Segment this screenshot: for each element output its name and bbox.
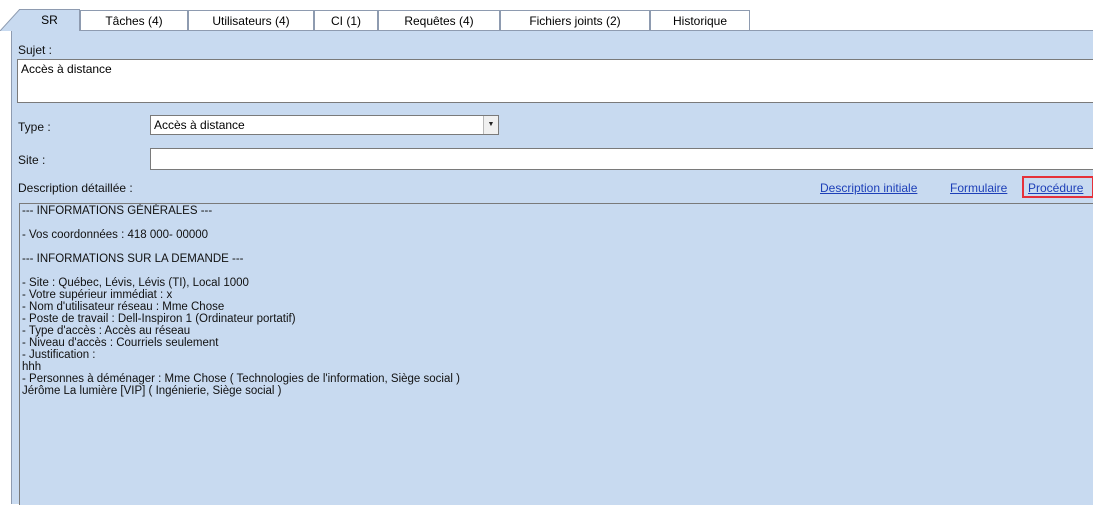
chevron-down-icon[interactable]: ▼ (483, 116, 498, 134)
tab-fichiers-joints[interactable]: Fichiers joints (2) (500, 10, 650, 30)
sr-panel: Sujet : Accès à distance Type : Accès à … (11, 30, 1093, 505)
description-line: hhh (22, 361, 42, 373)
site-label: Site : (18, 153, 46, 167)
description-line: - Site : Québec, Lévis, Lévis (TI), Loca… (22, 277, 249, 289)
tab-slant-decoration (0, 9, 20, 31)
tab-ci[interactable]: CI (1) (314, 10, 378, 30)
description-line: --- INFORMATIONS GÉNÉRALES --- (22, 205, 213, 217)
description-line: - Poste de travail : Dell-Inspiron 1 (Or… (22, 313, 296, 325)
tab-strip: SR Tâches (4) Utilisateurs (4) CI (1) Re… (0, 0, 1093, 31)
sujet-label: Sujet : (18, 43, 53, 57)
description-line (22, 217, 1092, 229)
description-line: - Justification : (22, 349, 96, 361)
type-select-value: Accès à distance (154, 118, 245, 132)
description-line: - Nom d'utilisateur réseau : Mme Chose (22, 301, 225, 313)
description-line: Jérôme La lumière [VIP] ( Ingénierie, Si… (22, 385, 282, 397)
tab-utilisateurs[interactable]: Utilisateurs (4) (188, 10, 314, 30)
tab-sr[interactable]: SR (19, 9, 80, 31)
tab-requetes[interactable]: Requêtes (4) (378, 10, 500, 30)
description-line: - Type d'accès : Accès au réseau (22, 325, 191, 337)
type-select[interactable]: Accès à distance ▼ (150, 115, 499, 135)
description-line (22, 265, 1092, 277)
description-line (22, 241, 1092, 253)
description-initiale-link[interactable]: Description initiale (820, 181, 917, 195)
description-line: --- INFORMATIONS SUR LA DEMANDE --- (22, 253, 244, 265)
description-line: - Personnes à déménager : Mme Chose ( Te… (22, 373, 460, 385)
tab-historique[interactable]: Historique (650, 10, 750, 30)
description-line: - Vos coordonnées : 418 000- 00000 (22, 229, 209, 241)
sujet-field[interactable]: Accès à distance (17, 59, 1093, 103)
description-textarea[interactable]: --- INFORMATIONS GÉNÉRALES --- - Vos coo… (19, 203, 1093, 505)
type-label: Type : (18, 120, 51, 134)
description-label: Description détaillée : (18, 181, 133, 195)
procedure-highlight (1022, 176, 1093, 198)
tab-taches[interactable]: Tâches (4) (80, 10, 188, 30)
description-line: - Votre supérieur immédiat : x (22, 289, 173, 301)
description-line: - Niveau d'accès : Courriels seulement (22, 337, 219, 349)
formulaire-link[interactable]: Formulaire (950, 181, 1007, 195)
site-select[interactable] (150, 148, 1093, 170)
